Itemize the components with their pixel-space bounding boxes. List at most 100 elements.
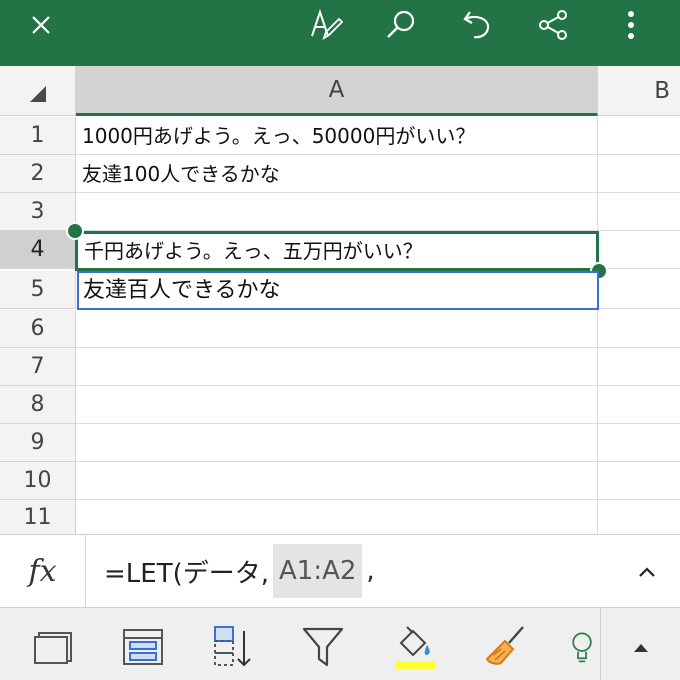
share-icon bbox=[539, 10, 567, 40]
cell-b5[interactable] bbox=[598, 271, 680, 309]
more-icon bbox=[628, 11, 634, 39]
expand-up-icon bbox=[634, 644, 648, 652]
cell-b2[interactable] bbox=[598, 155, 680, 193]
cell-a11[interactable] bbox=[76, 500, 598, 534]
close-icon bbox=[32, 16, 50, 34]
cell-a1[interactable]: 1000円あげよう。えっ、50000円がいい？ bbox=[76, 117, 598, 155]
row-number: 7 bbox=[30, 354, 45, 379]
app-toolbar bbox=[0, 0, 680, 66]
undo-button[interactable] bbox=[452, 0, 502, 50]
row-number: 2 bbox=[30, 161, 45, 186]
table-row bbox=[76, 500, 680, 534]
close-button[interactable] bbox=[16, 0, 66, 50]
collapse-formula-button[interactable] bbox=[632, 557, 662, 587]
row-number: 9 bbox=[30, 430, 45, 455]
cell-a3[interactable] bbox=[76, 193, 598, 231]
cell-a8[interactable] bbox=[76, 386, 598, 424]
row-number: 8 bbox=[30, 392, 45, 417]
table-row bbox=[76, 310, 680, 348]
undo-icon bbox=[463, 11, 490, 39]
cell-a6[interactable] bbox=[76, 310, 598, 348]
table-row bbox=[76, 348, 680, 386]
cell-a7[interactable] bbox=[76, 348, 598, 386]
cell-b3[interactable] bbox=[598, 193, 680, 231]
row-header-4[interactable]: 4 bbox=[0, 231, 76, 269]
cell-b9[interactable] bbox=[598, 424, 680, 462]
cell-b10[interactable] bbox=[598, 462, 680, 500]
row-header-5[interactable]: 5 bbox=[0, 271, 76, 309]
row-number: 11 bbox=[23, 504, 52, 530]
share-button[interactable] bbox=[528, 0, 578, 50]
table-row bbox=[76, 193, 680, 231]
cell-b4[interactable] bbox=[598, 231, 680, 269]
column-header-label: B bbox=[654, 77, 670, 104]
column-header-b[interactable]: B bbox=[598, 66, 680, 116]
formula-text-tail: , bbox=[366, 556, 375, 586]
formula-text: =LET(データ, bbox=[104, 558, 269, 589]
row-header-6[interactable]: 6 bbox=[0, 310, 76, 348]
lightbulb-icon bbox=[572, 632, 592, 663]
row-header-10[interactable]: 10 bbox=[0, 462, 76, 500]
filter-button[interactable] bbox=[298, 622, 348, 672]
row-header-2[interactable]: 2 bbox=[0, 155, 76, 193]
edit-button[interactable] bbox=[301, 0, 351, 50]
filter-icon bbox=[302, 627, 344, 667]
sort-icon bbox=[214, 626, 251, 667]
function-button[interactable]: fx bbox=[0, 535, 86, 607]
fill-color-button[interactable] bbox=[390, 622, 440, 672]
selection-box bbox=[75, 231, 599, 271]
cell-b11[interactable] bbox=[598, 500, 680, 538]
table-row bbox=[76, 462, 680, 500]
freeze-panes-icon bbox=[34, 632, 72, 664]
row-number: 4 bbox=[30, 237, 45, 262]
select-all-icon bbox=[30, 86, 46, 102]
table-row: 友達100人できるかな bbox=[76, 155, 680, 193]
chevron-up-icon bbox=[639, 567, 655, 577]
formula-reference[interactable]: A1:A2 bbox=[273, 544, 363, 598]
more-button[interactable] bbox=[606, 0, 656, 50]
clear-format-icon bbox=[485, 626, 524, 665]
idea-button[interactable] bbox=[566, 622, 598, 672]
selection-handle-start[interactable] bbox=[66, 222, 84, 240]
search-icon bbox=[387, 10, 415, 38]
search-button[interactable] bbox=[376, 0, 426, 50]
cell-b8[interactable] bbox=[598, 386, 680, 424]
clear-format-button[interactable] bbox=[482, 622, 532, 672]
row-number: 3 bbox=[30, 199, 45, 224]
format-cells-icon bbox=[123, 629, 163, 665]
edit-icon bbox=[311, 8, 343, 41]
table-row: 1000円あげよう。えっ、50000円がいい？ bbox=[76, 117, 680, 155]
row-number: 6 bbox=[30, 316, 45, 341]
format-cells-button[interactable] bbox=[118, 622, 168, 672]
toolbar-divider bbox=[600, 608, 601, 680]
row-number: 5 bbox=[30, 277, 45, 302]
row-number: 10 bbox=[23, 468, 52, 493]
select-all-corner[interactable] bbox=[0, 66, 76, 116]
row-header-8[interactable]: 8 bbox=[0, 386, 76, 424]
row-header-3[interactable]: 3 bbox=[0, 193, 76, 231]
row-header-1[interactable]: 1 bbox=[0, 117, 76, 155]
table-row bbox=[76, 424, 680, 462]
cell-b6[interactable] bbox=[598, 310, 680, 348]
freeze-panes-button[interactable] bbox=[28, 622, 78, 672]
cell-a9[interactable] bbox=[76, 424, 598, 462]
row-number: 1 bbox=[30, 123, 45, 148]
fill-color-icon bbox=[395, 626, 435, 669]
column-header-label: A bbox=[328, 76, 345, 103]
formula-input[interactable]: =LET(データ, A1:A2 , bbox=[104, 535, 375, 607]
cell-b7[interactable] bbox=[598, 348, 680, 386]
cell-a5[interactable]: 友達百人できるかな bbox=[77, 271, 599, 310]
column-header-a[interactable]: A bbox=[76, 66, 598, 116]
fx-icon: fx bbox=[28, 553, 57, 589]
table-row bbox=[76, 386, 680, 424]
bottom-toolbar bbox=[0, 608, 680, 680]
formula-bar: fx =LET(データ, A1:A2 , bbox=[0, 534, 680, 608]
expand-toolbar-button[interactable] bbox=[616, 622, 666, 672]
cell-b1[interactable] bbox=[598, 117, 680, 155]
row-header-7[interactable]: 7 bbox=[0, 348, 76, 386]
row-header-9[interactable]: 9 bbox=[0, 424, 76, 462]
sort-button[interactable] bbox=[208, 622, 258, 672]
row-header-11[interactable]: 11 bbox=[0, 500, 76, 534]
cell-a2[interactable]: 友達100人できるかな bbox=[76, 155, 598, 193]
cell-a10[interactable] bbox=[76, 462, 598, 500]
